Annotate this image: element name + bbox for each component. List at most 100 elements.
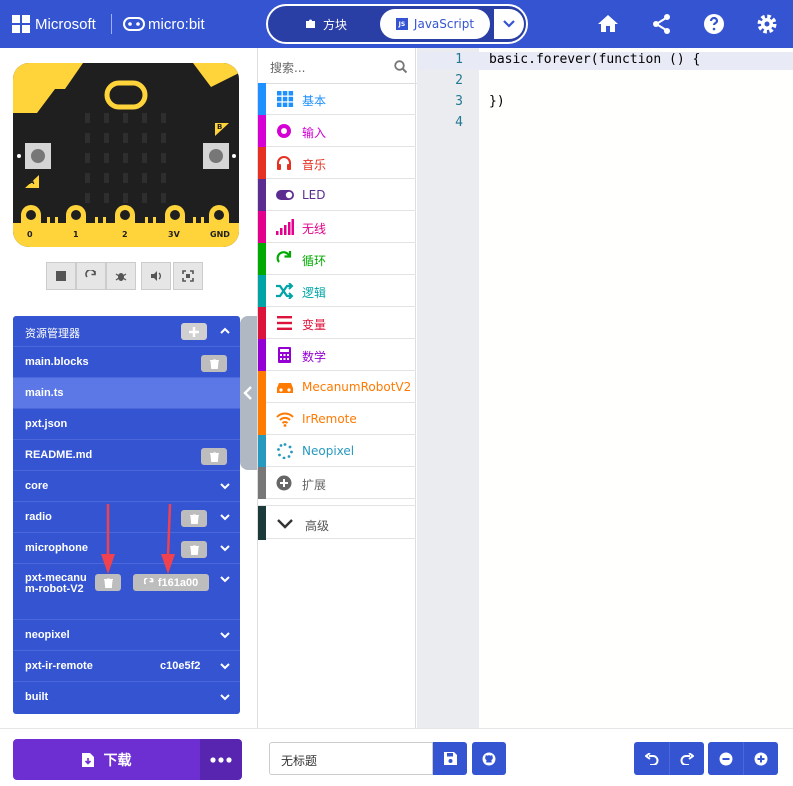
sound-button[interactable] [141,262,171,290]
update-package-button[interactable]: f161a00 [133,574,209,591]
category-loops[interactable]: 循环 [258,243,416,275]
explorer-header[interactable]: 资源管理器 [13,316,240,346]
microbit-logo[interactable]: micro:bit [123,0,205,48]
code-line[interactable]: basic.forever(function () { [489,52,700,67]
delete-button[interactable] [181,510,207,527]
delete-button[interactable] [201,355,227,372]
add-file-button[interactable] [181,323,207,340]
collapse-simulator-handle[interactable] [240,316,258,470]
category-mecanum-robot[interactable]: MecanumRobotV2 [258,371,416,403]
category-label: 基本 [302,94,327,108]
package-row-radio[interactable]: radio [13,501,240,532]
toolbox-search[interactable]: 搜索... [258,48,417,84]
line-number: 1 [455,52,463,67]
category-led[interactable]: LED [258,179,416,211]
zoom-out-icon [719,752,732,765]
code-line[interactable]: }) [489,94,505,109]
chevron-down-icon[interactable] [220,543,230,553]
category-input[interactable]: 输入 [258,115,416,147]
microbit-graphic [13,63,239,247]
tab-javascript[interactable]: JS JavaScript [380,9,490,39]
file-row-main-blocks[interactable]: main.blocks [13,346,240,377]
explorer-title: 资源管理器 [25,328,80,340]
package-row-neopixel[interactable]: neopixel [13,619,240,650]
code-editor[interactable]: 1 2 3 4 basic.forever(function () { }) [417,48,793,728]
zoom-out-button[interactable] [708,742,743,775]
category-basic[interactable]: 基本 [258,83,416,115]
delete-button[interactable] [201,448,227,465]
project-name-input[interactable]: 无标题 [269,742,433,775]
settings-icon[interactable] [755,12,779,36]
list-icon [277,316,292,330]
home-icon[interactable] [596,12,620,36]
zoom-in-button[interactable] [743,742,778,775]
redo-button[interactable] [669,742,704,775]
category-extensions[interactable]: 扩展 [258,467,416,499]
chevron-down-icon[interactable] [220,661,230,671]
category-color-bar [258,147,266,179]
category-label: 逻辑 [302,286,327,300]
category-variables[interactable]: 变量 [258,307,416,339]
pin-0-label: 0 [27,230,33,239]
download-options-button[interactable] [200,739,242,780]
fullscreen-button[interactable] [173,262,203,290]
category-ir-remote[interactable]: IrRemote [258,403,416,435]
file-row-pxt-json[interactable]: pxt.json [13,408,240,439]
restart-button[interactable] [76,262,106,290]
category-logic[interactable]: 逻辑 [258,275,416,307]
chevron-down-icon[interactable] [220,630,230,640]
wifi-icon [276,412,294,427]
file-row-main-ts[interactable]: main.ts [13,377,240,408]
category-color-bar [258,115,266,147]
package-row-ir-remote[interactable]: pxt-ir-remote c10e5f2 [13,650,240,681]
category-neopixel[interactable]: Neopixel [258,435,416,467]
file-name: main.ts [25,387,64,399]
github-button[interactable] [472,742,506,775]
language-dropdown-button[interactable] [494,9,524,39]
refresh-icon [143,577,154,585]
package-name: radio [25,511,52,523]
category-color-bar [258,83,266,115]
delete-button[interactable] [181,541,207,558]
package-name: pxt-mecanum-robot-V2 [25,572,87,595]
category-advanced[interactable]: 高级 [258,505,416,540]
category-color-bar [258,506,266,540]
category-label: Neopixel [302,444,355,458]
category-radio[interactable]: 无线 [258,211,416,243]
chevron-down-icon [277,519,293,529]
download-button[interactable]: 下载 [13,739,200,780]
package-row-mecanum[interactable]: pxt-mecanum-robot-V2 f161a00 [13,503,240,619]
package-name: built [25,691,49,703]
chevron-down-icon[interactable] [220,692,230,702]
category-color-bar [258,179,266,211]
trash-icon [209,358,219,369]
search-input[interactable]: 搜索... [270,59,305,76]
delete-button[interactable] [95,574,121,591]
category-music[interactable]: 音乐 [258,147,416,179]
chevron-down-icon[interactable] [220,481,230,491]
category-math[interactable]: 数学 [258,339,416,371]
button-b-label: B [217,123,223,131]
help-icon[interactable] [702,12,726,36]
package-version: c10e5f2 [160,660,201,672]
microbit-board[interactable]: A B 0 1 2 3V GND [13,63,239,247]
category-label: 音乐 [302,158,327,172]
redo-icon [680,752,694,765]
undo-button[interactable] [634,742,669,775]
share-icon[interactable] [650,12,674,36]
chevron-down-icon[interactable] [220,512,230,522]
save-button[interactable] [433,742,467,775]
package-row-built[interactable]: built [13,681,240,712]
file-row-readme[interactable]: README.md [13,439,240,470]
debug-button[interactable] [106,262,136,290]
package-row-core[interactable]: core [13,470,240,501]
stop-button[interactable] [46,262,76,290]
microsoft-logo[interactable]: Microsoft [12,0,96,48]
microsoft-logo-icon [12,15,30,33]
category-color-bar [258,339,266,371]
tab-blocks[interactable]: 方块 [276,9,376,39]
download-label: 下载 [103,752,132,769]
package-row-microphone[interactable]: microphone [13,532,240,563]
chevron-up-icon[interactable] [220,326,230,336]
chevron-down-icon[interactable] [220,574,230,584]
